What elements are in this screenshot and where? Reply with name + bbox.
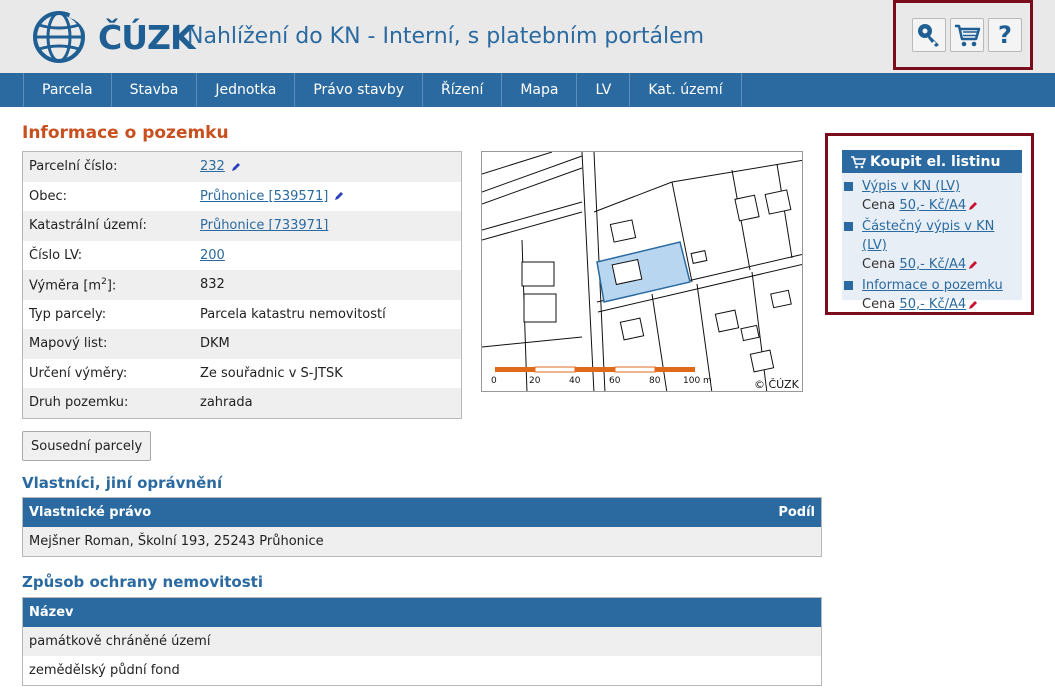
nav-stavba[interactable]: Stavba: [110, 73, 197, 107]
table-row: Mejšner Roman, Školní 193, 25243 Průhoni…: [23, 527, 821, 556]
nav-jednotka[interactable]: Jednotka: [196, 73, 294, 107]
nav-rizeni[interactable]: Řízení: [422, 73, 501, 107]
cadastral-map[interactable]: 0 20 40 60 80 100 m © ČÚZK: [481, 151, 803, 392]
info-row-parcel-type: Typ parcely: Parcela katastru nemovitost…: [23, 299, 461, 329]
pen-link-icon[interactable]: [334, 191, 344, 201]
nav-pravo-stavby[interactable]: Právo stavby: [294, 73, 422, 107]
scale-label: 80: [649, 376, 661, 386]
buy-lv-extract-link[interactable]: Výpis v KN (LV): [862, 179, 960, 194]
pen-link-icon[interactable]: [968, 260, 978, 270]
protection-section-title: Způsob ochrany nemovitosti: [22, 573, 263, 591]
cart-icon: [851, 155, 866, 168]
municipality-link[interactable]: Průhonice [539571]: [200, 189, 328, 204]
app-title: Nahlížení do KN - Interní, s platebním p…: [187, 24, 705, 49]
buy-item: Informace o pozemku Cena 50,- Kč/A4: [842, 276, 1022, 314]
price-link[interactable]: 50,- Kč/A4: [899, 257, 966, 272]
tool-buttons-frame: ?: [893, 0, 1033, 70]
table-row: zemědělský půdní fond: [23, 656, 821, 685]
nav-mapa[interactable]: Mapa: [501, 73, 576, 107]
area-value: 832: [200, 277, 225, 293]
cart-icon: [955, 24, 981, 47]
info-label: Určení výměry:: [29, 365, 128, 381]
info-row-area: Výměra [m2]: 832: [23, 270, 461, 300]
pen-link-icon[interactable]: [968, 300, 978, 310]
info-label: Katastrální území:: [29, 218, 147, 234]
owners-table-header: Vlastnické právo Podíl: [23, 498, 821, 527]
table-row: památkově chráněné území: [23, 627, 821, 656]
buy-land-info-link[interactable]: Informace o pozemku: [862, 278, 1003, 293]
nav-parcela[interactable]: Parcela: [23, 73, 111, 107]
cart-button[interactable]: [950, 18, 984, 52]
page-title: Informace o pozemku: [22, 123, 229, 143]
scale-label: 40: [569, 376, 581, 386]
buy-item: Výpis v KN (LV) Cena 50,- Kč/A4: [842, 177, 1022, 215]
scale-label: 20: [529, 376, 541, 386]
info-row-map-sheet: Mapový list: DKM: [23, 329, 461, 359]
scale-label: 60: [609, 376, 621, 386]
price-link[interactable]: 50,- Kč/A4: [899, 198, 966, 213]
key-icon: [918, 24, 939, 47]
owners-section-title: Vlastníci, jiní oprávnění: [22, 474, 223, 492]
parcel-number-link[interactable]: 232: [200, 159, 225, 174]
column-header: Vlastnické právo: [29, 505, 152, 520]
info-row-parcel-number: Parcelní číslo: 232: [23, 152, 461, 182]
nav-kat-uzemi[interactable]: Kat. území: [629, 73, 742, 107]
help-button[interactable]: ?: [988, 18, 1022, 52]
info-row-area-determination: Určení výměry: Ze souřadnic v S-JTSK: [23, 358, 461, 388]
map-sheet-value: DKM: [200, 336, 230, 352]
map-drawing: 0 20 40 60 80 100 m © ČÚZK: [482, 152, 802, 391]
info-label: Výměra [m2]:: [29, 276, 117, 293]
scale-label: 100 m: [683, 376, 712, 386]
buy-panel-title: Koupit el. listinu: [870, 153, 1001, 170]
login-button[interactable]: [912, 18, 946, 52]
buy-item: Částečný výpis v KN (LV) Cena 50,- Kč/A4: [842, 217, 1022, 274]
info-row-land-type: Druh pozemku: zahrada: [23, 388, 461, 418]
parcel-type-value: Parcela katastru nemovitostí: [200, 306, 386, 322]
globe-logo-icon: [33, 10, 94, 63]
buy-partial-extract-link[interactable]: Částečný výpis v KN (LV): [862, 219, 994, 253]
pen-link-icon[interactable]: [968, 201, 978, 211]
price-link[interactable]: 50,- Kč/A4: [899, 297, 966, 312]
info-label: Typ parcely:: [29, 306, 107, 322]
info-label: Mapový list:: [29, 336, 108, 352]
pen-link-icon[interactable]: [231, 162, 241, 172]
info-row-municipality: Obec: Průhonice [539571]: [23, 181, 461, 211]
buy-document-panel: Koupit el. listinu Výpis v KN (LV) Cena …: [842, 150, 1022, 312]
header: ČÚZK Nahlížení do KN - Interní, s plateb…: [0, 0, 1055, 73]
parcel-info-table: Parcelní číslo: 232 Obec: Průhonice [539…: [22, 151, 462, 419]
main-nav: Parcela Stavba Jednotka Právo stavby Říz…: [0, 73, 1055, 107]
info-row-lv-number: Číslo LV: 200: [23, 240, 461, 270]
scale-label: 0: [491, 376, 497, 386]
help-icon: ?: [998, 21, 1012, 49]
info-label: Parcelní číslo:: [29, 159, 118, 175]
map-copyright: © ČÚZK: [754, 378, 800, 391]
area-determination-value: Ze souřadnic v S-JTSK: [200, 365, 343, 381]
protection-table-header: Název: [23, 598, 821, 627]
column-header: Název: [29, 605, 74, 620]
logo-text: ČÚZK: [98, 18, 196, 57]
column-header: Podíl: [778, 505, 815, 520]
cadastral-area-link[interactable]: Průhonice [733971]: [200, 218, 328, 233]
owners-table: Vlastnické právo Podíl Mejšner Roman, Šk…: [22, 497, 822, 557]
info-label: Obec:: [29, 188, 68, 204]
cuzk-logo[interactable]: ČÚZK: [30, 8, 196, 66]
land-type-value: zahrada: [200, 395, 253, 411]
protection-table: Název památkově chráněné území zemědělsk…: [22, 597, 822, 686]
info-row-cadastral-area: Katastrální území: Průhonice [733971]: [23, 211, 461, 241]
nav-lv[interactable]: LV: [576, 73, 629, 107]
buy-panel-header: Koupit el. listinu: [842, 150, 1022, 173]
info-label: Číslo LV:: [29, 247, 83, 263]
info-label: Druh pozemku:: [29, 395, 129, 411]
lv-number-link[interactable]: 200: [200, 248, 225, 263]
neighbor-parcels-button[interactable]: Sousední parcely: [22, 431, 152, 461]
buy-document-frame: Koupit el. listinu Výpis v KN (LV) Cena …: [825, 133, 1034, 315]
